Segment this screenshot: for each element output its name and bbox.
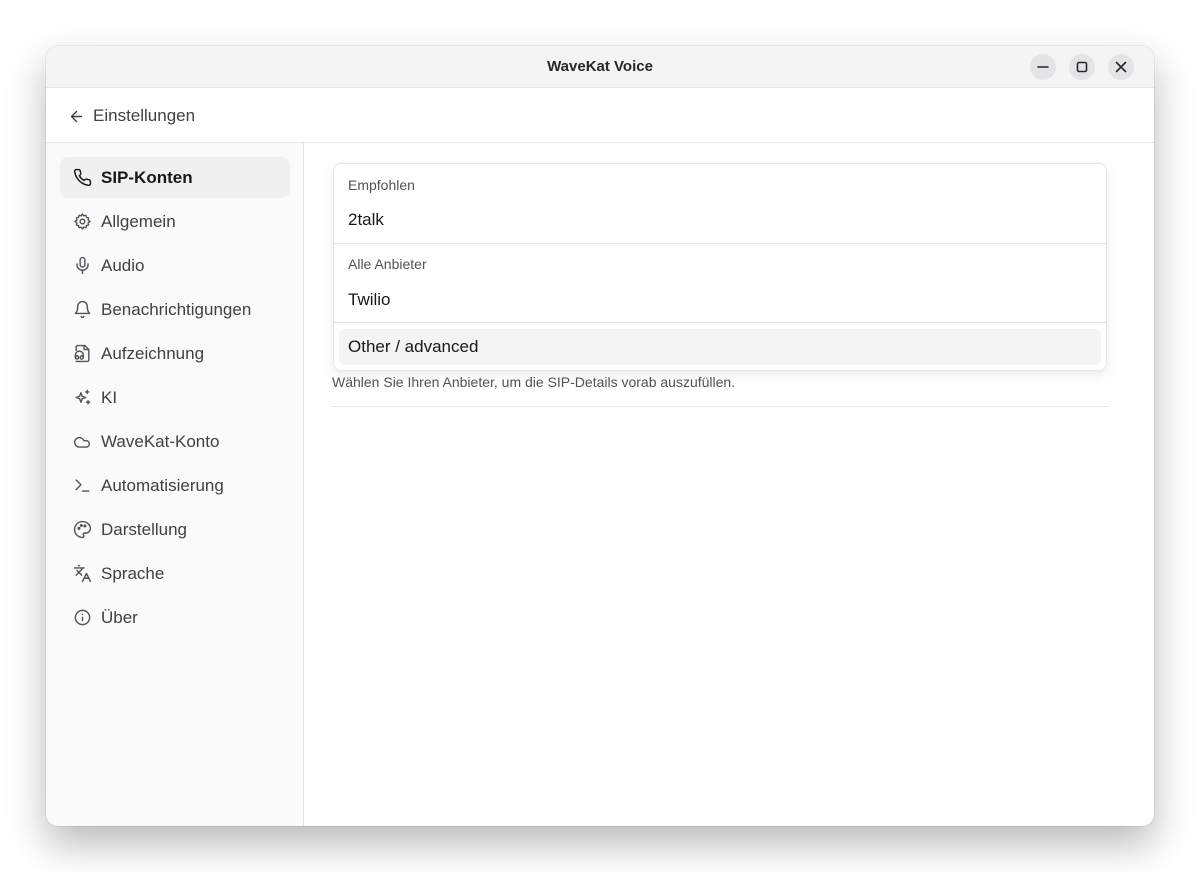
cloud-icon xyxy=(73,432,92,451)
sidebar-item-label: Über xyxy=(101,607,138,627)
dropdown-option-other-advanced[interactable]: Other / advanced xyxy=(339,329,1101,365)
close-button[interactable] xyxy=(1108,54,1134,80)
close-icon xyxy=(1115,61,1127,73)
sidebar-item-sip-konten[interactable]: SIP-Konten xyxy=(60,157,290,198)
window-title: WaveKat Voice xyxy=(547,58,653,75)
languages-icon xyxy=(73,564,92,583)
palette-icon xyxy=(73,520,92,539)
bell-icon xyxy=(73,300,92,319)
sidebar-item-label: WaveKat-Konto xyxy=(101,431,220,451)
sidebar-item-label: Audio xyxy=(101,255,145,275)
sidebar-item-label: Aufzeichnung xyxy=(101,343,205,363)
arrow-left-icon xyxy=(70,110,83,122)
sidebar-item-label: Allgemein xyxy=(101,211,176,231)
settings-header: Einstellungen xyxy=(46,88,1154,143)
sparkles-icon xyxy=(73,388,92,407)
info-icon xyxy=(73,608,92,627)
settings-content: Wählen Sie Ihren Anbieter, um die SIP-De… xyxy=(304,143,1154,826)
sidebar-item-darstellung[interactable]: Darstellung xyxy=(60,509,290,550)
provider-dropdown: Empfohlen 2talk Alle Anbieter Twilio Oth… xyxy=(333,163,1107,371)
dropdown-option-2talk[interactable]: 2talk xyxy=(348,210,384,230)
dropdown-separator xyxy=(334,243,1106,244)
sidebar-item-allgemein[interactable]: Allgemein xyxy=(60,201,290,242)
microphone-icon xyxy=(73,256,92,275)
sidebar-item-label: Darstellung xyxy=(101,519,187,539)
maximize-button[interactable] xyxy=(1069,54,1095,80)
sidebar-item-benachrichtigungen[interactable]: Benachrichtigungen xyxy=(60,289,290,330)
app-window: WaveKat Voice Einstellungen SIP-Konten A… xyxy=(46,46,1154,826)
sidebar-item-ki[interactable]: KI xyxy=(60,377,290,418)
sidebar-item-label: SIP-Konten xyxy=(101,167,193,187)
dropdown-group-label: Alle Anbieter xyxy=(348,256,427,272)
sidebar-item-audio[interactable]: Audio xyxy=(60,245,290,286)
sidebar-item-ueber[interactable]: Über xyxy=(60,597,290,638)
provider-helper-text: Wählen Sie Ihren Anbieter, um die SIP-De… xyxy=(332,374,736,390)
sidebar-item-sprache[interactable]: Sprache xyxy=(60,553,290,594)
minimize-icon xyxy=(1037,66,1049,68)
terminal-icon xyxy=(73,476,92,495)
title-bar: WaveKat Voice xyxy=(46,46,1154,88)
file-audio-icon xyxy=(73,344,92,363)
dropdown-group-label: Empfohlen xyxy=(348,177,415,193)
sidebar-item-automatisierung[interactable]: Automatisierung xyxy=(60,465,290,506)
back-button[interactable]: Einstellungen xyxy=(68,105,195,127)
section-divider xyxy=(332,406,1108,407)
phone-icon xyxy=(73,168,92,187)
sidebar-item-aufzeichnung[interactable]: Aufzeichnung xyxy=(60,333,290,374)
maximize-icon xyxy=(1076,61,1088,73)
minimize-button[interactable] xyxy=(1030,54,1056,80)
sidebar-item-label: Sprache xyxy=(101,563,165,583)
dropdown-option-twilio[interactable]: Twilio xyxy=(348,290,391,310)
dropdown-separator xyxy=(334,322,1106,323)
sidebar-item-wavekat-konto[interactable]: WaveKat-Konto xyxy=(60,421,290,462)
sidebar-item-label: Benachrichtigungen xyxy=(101,299,252,319)
back-label: Einstellungen xyxy=(93,106,196,125)
sidebar-item-label: Automatisierung xyxy=(101,475,224,495)
sidebar-item-label: KI xyxy=(101,387,118,407)
settings-sidebar: SIP-Konten Allgemein Audio Benachrichtig… xyxy=(46,143,304,826)
gear-icon xyxy=(73,212,92,231)
